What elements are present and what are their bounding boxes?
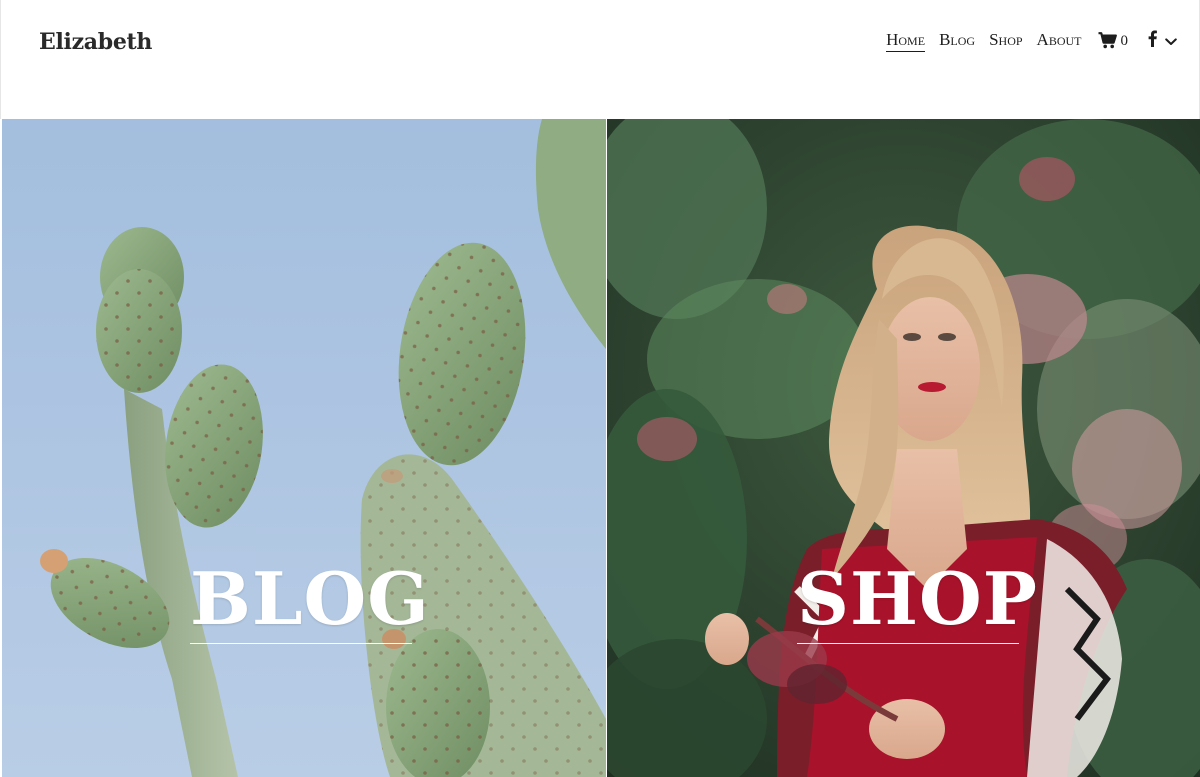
blog-heading-underline: [190, 643, 412, 644]
model-photo: [607, 119, 1200, 777]
facebook-link[interactable]: [1148, 30, 1157, 51]
chevron-down-icon: [1165, 31, 1177, 50]
facebook-icon: [1148, 30, 1157, 51]
social-dropdown-toggle[interactable]: [1165, 31, 1177, 50]
shop-heading[interactable]: SHOP: [797, 556, 1038, 641]
nav-home[interactable]: Home: [886, 29, 926, 52]
blog-feature-panel[interactable]: BLOG: [2, 119, 606, 777]
blog-heading[interactable]: BLOG: [190, 556, 430, 641]
cactus-photo: [2, 119, 606, 777]
nav-shop[interactable]: Shop: [989, 29, 1022, 51]
shopping-cart-icon: [1098, 31, 1117, 49]
cart-button[interactable]: 0: [1098, 31, 1129, 49]
nav-blog[interactable]: Blog: [939, 29, 975, 51]
site-header: Elizabeth Home Blog Shop About 0: [0, 0, 1200, 119]
nav-about[interactable]: About: [1037, 29, 1082, 51]
site-logo[interactable]: Elizabeth: [39, 29, 152, 55]
shop-feature-panel[interactable]: SHOP: [607, 119, 1200, 777]
shop-heading-underline: [797, 643, 1019, 644]
cart-count: 0: [1120, 32, 1129, 49]
main-nav: Home Blog Shop About 0: [886, 28, 1177, 52]
